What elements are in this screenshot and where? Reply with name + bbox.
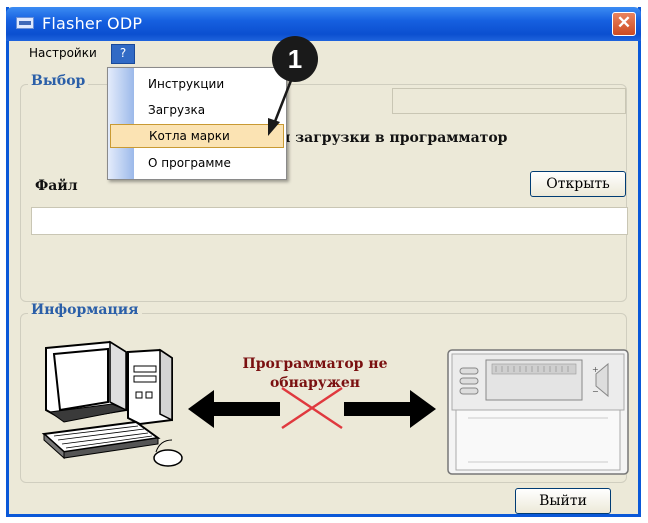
callout-arrow-icon [268, 77, 294, 136]
computer-icon [41, 340, 183, 467]
title-bar[interactable]: Flasher ODP ✕ [6, 7, 641, 41]
exit-button[interactable]: Выйти [515, 488, 611, 514]
menu-item-instructions[interactable]: Инструкции [108, 74, 286, 96]
device-status-line1: Программатор не [242, 356, 388, 372]
menu-item-instructions-label: Инструкции [148, 77, 225, 91]
top-readonly-field [392, 88, 626, 114]
device-status-text: Программатор не обнаружен [225, 355, 405, 393]
window-title: Flasher ODP [42, 14, 143, 33]
menu-item-load-label: Загрузка [148, 103, 206, 117]
menu-settings[interactable]: Настройки [29, 46, 97, 60]
file-path-input[interactable] [31, 207, 628, 235]
close-button[interactable]: ✕ [612, 12, 636, 36]
menu-item-about[interactable]: О программе [108, 153, 286, 175]
file-label: Файл [35, 178, 78, 194]
thermostat-programmer-icon: + − [447, 349, 629, 475]
menu-item-load[interactable]: Загрузка [108, 100, 286, 122]
device-status-line2: обнаружен [269, 375, 361, 391]
selection-group-legend: Выбор [28, 73, 89, 89]
menu-bar: Настройки ? [9, 41, 638, 67]
help-dropdown-menu: Инструкции Загрузка Котла марки О програ… [107, 67, 287, 180]
svg-text:+: + [592, 365, 599, 374]
menu-item-about-label: О программе [148, 156, 231, 170]
open-button[interactable]: Открыть [530, 171, 626, 197]
svg-text:−: − [592, 387, 599, 396]
info-group-legend: Информация [28, 302, 142, 318]
menu-help[interactable]: ? [111, 44, 135, 64]
menu-item-boiler-brand[interactable]: Котла марки [110, 124, 284, 148]
app-icon [16, 17, 34, 29]
menu-item-boiler-brand-label: Котла марки [149, 129, 230, 143]
